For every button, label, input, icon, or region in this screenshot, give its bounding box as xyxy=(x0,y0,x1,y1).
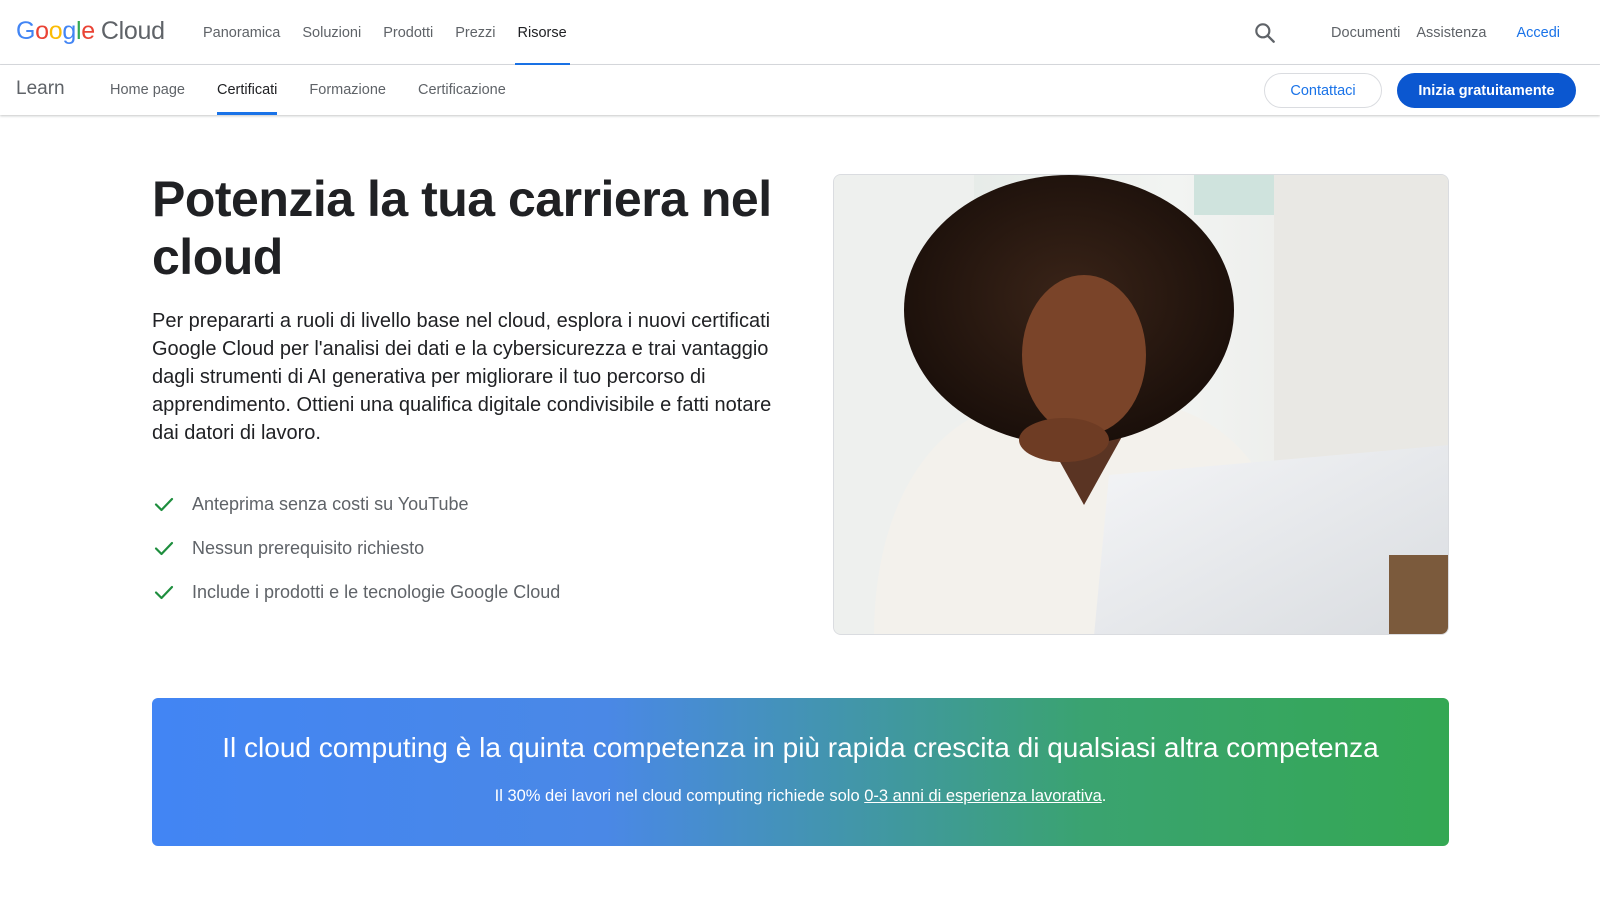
check-icon xyxy=(152,536,176,560)
logo-letter: o xyxy=(35,17,49,45)
section-navigation-bar: Learn Home page Certificati Formazione C… xyxy=(0,65,1600,115)
contact-button[interactable]: Contattaci xyxy=(1264,73,1382,108)
google-cloud-logo[interactable]: Go o g l e Cloud xyxy=(16,17,165,49)
logo-letter: o xyxy=(48,17,63,45)
experience-link[interactable]: 0-3 anni di esperienza lavorativa xyxy=(864,787,1102,805)
header-right-links: Documenti Assistenza Accedi xyxy=(1323,0,1600,65)
list-item-text: Anteprima senza costi su YouTube xyxy=(192,493,469,514)
list-item-text: Nessun prerequisito richiesto xyxy=(192,537,425,558)
logo-letter: g xyxy=(62,17,76,45)
banner-subtitle-suffix: . xyxy=(1101,787,1107,805)
docs-link[interactable]: Documenti xyxy=(1323,25,1408,41)
nav-item-soluzioni[interactable]: Soluzioni xyxy=(291,0,372,65)
hero-photo xyxy=(833,174,1449,635)
banner-subtitle: Il 30% dei lavori nel cloud computing ri… xyxy=(152,785,1449,807)
list-item-text: Include i prodotti e le tecnologie Googl… xyxy=(192,581,561,602)
sign-in-link[interactable]: Accedi xyxy=(1508,25,1568,41)
tab-home-page[interactable]: Home page xyxy=(94,65,201,115)
section-tabs: Home page Certificati Formazione Certifi… xyxy=(94,65,522,115)
logo-letter: e xyxy=(81,17,95,45)
list-item: Anteprima senza costi su YouTube xyxy=(152,482,560,526)
benefits-list: Anteprima senza costi su YouTube Nessun … xyxy=(152,482,560,614)
start-free-button[interactable]: Inizia gratuitamente xyxy=(1397,73,1576,108)
top-navigation-bar: Go o g l e Cloud Panoramica Soluzioni Prodott… xyxy=(0,0,1600,66)
list-item: Include i prodotti e le tecnologie Googl… xyxy=(152,570,560,614)
hero-title: Potenzia la tua carriera nel cloud xyxy=(152,171,772,285)
check-icon xyxy=(152,492,176,516)
nav-item-risorse[interactable]: Risorse xyxy=(507,0,578,66)
banner-subtitle-prefix: Il 30% dei lavori nel cloud computing ri… xyxy=(494,787,865,805)
section-title[interactable]: Learn xyxy=(16,78,65,100)
nav-item-prezzi[interactable]: Prezzi xyxy=(444,0,506,65)
logo-letter: G xyxy=(16,17,36,45)
search-icon[interactable] xyxy=(1252,20,1278,46)
banner-title: Il cloud computing è la quinta competenz… xyxy=(222,732,1379,763)
nav-item-panoramica[interactable]: Panoramica xyxy=(192,0,291,65)
tab-formazione[interactable]: Formazione xyxy=(293,65,402,115)
list-item: Nessun prerequisito richiesto xyxy=(152,526,560,570)
stats-banner: Il cloud computing è la quinta competenz… xyxy=(152,698,1449,846)
check-icon xyxy=(152,580,176,604)
tab-certificazione[interactable]: Certificazione xyxy=(402,65,522,115)
tab-certificati[interactable]: Certificati xyxy=(201,65,293,115)
nav-item-prodotti[interactable]: Prodotti xyxy=(372,0,444,65)
hero-description: Per prepararti a ruoli di livello base n… xyxy=(152,310,772,444)
main-nav: Panoramica Soluzioni Prodotti Prezzi Ris… xyxy=(192,0,578,66)
support-link[interactable]: Assistenza xyxy=(1408,25,1494,41)
logo-cloud-word: Cloud xyxy=(100,17,165,45)
